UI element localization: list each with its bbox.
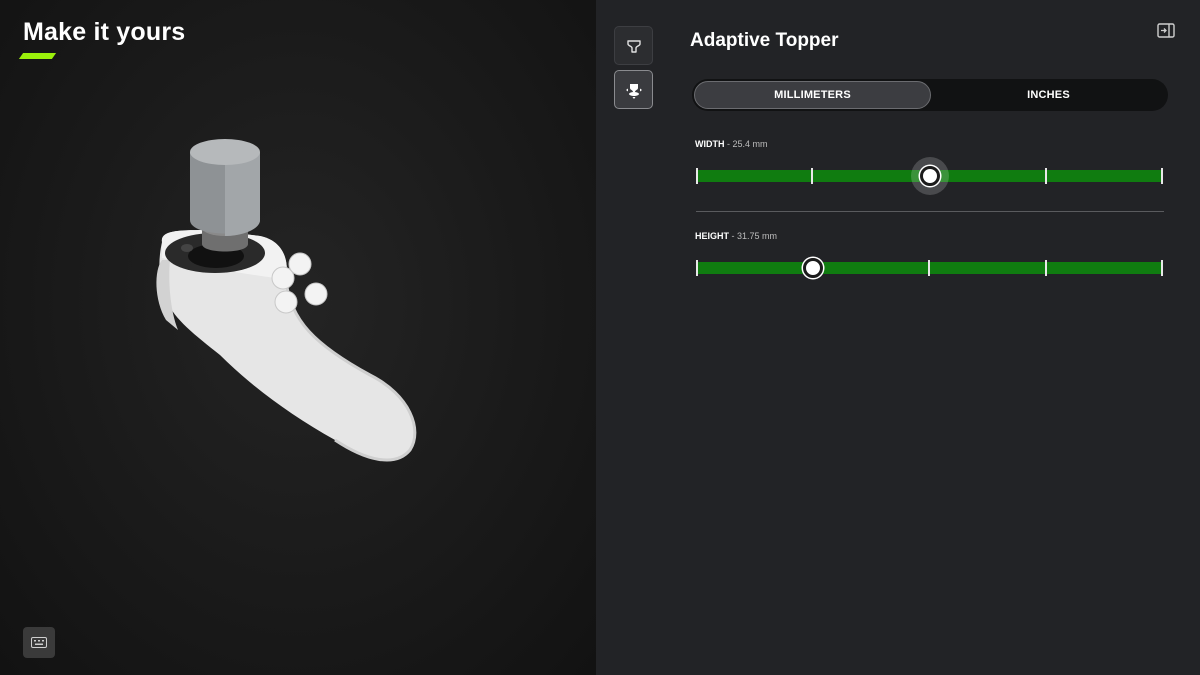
- width-label: WIDTH - 25.4 mm: [695, 139, 768, 149]
- height-label: HEIGHT - 31.75 mm: [695, 231, 777, 241]
- title-accent-bar: [18, 53, 57, 59]
- height-value: - 31.75 mm: [729, 231, 778, 241]
- inches-option[interactable]: INCHES: [931, 81, 1166, 109]
- height-tick: [696, 260, 698, 276]
- width-label-name: WIDTH: [695, 139, 725, 149]
- millimeters-option[interactable]: MILLIMETERS: [694, 81, 931, 109]
- width-slider[interactable]: [696, 157, 1163, 195]
- height-slider-thumb[interactable]: [803, 258, 823, 278]
- keyboard-button[interactable]: [23, 627, 55, 658]
- height-slider[interactable]: [696, 258, 1163, 278]
- width-tick: [1045, 168, 1047, 184]
- thumbstick-icon: [625, 83, 642, 99]
- height-tick: [1161, 260, 1163, 276]
- width-slider-thumb[interactable]: [920, 166, 940, 186]
- width-tick: [811, 168, 813, 184]
- topper-settings-panel: Adaptive Topper MILLIMETERS INCHES WIDTH…: [596, 0, 1200, 675]
- width-value: - 25.4 mm: [724, 139, 768, 149]
- section-divider: [696, 211, 1164, 212]
- width-tick: [696, 168, 698, 184]
- unit-toggle: MILLIMETERS INCHES: [692, 79, 1168, 111]
- height-tick: [928, 260, 930, 276]
- controller-3d-model[interactable]: [140, 130, 440, 470]
- height-tick: [1045, 260, 1047, 276]
- controller-preview-pane[interactable]: Make it yours: [0, 0, 596, 675]
- keyboard-icon: [31, 637, 47, 648]
- page-title: Make it yours: [23, 18, 186, 46]
- height-label-name: HEIGHT: [695, 231, 730, 241]
- thumbstick-tab-button[interactable]: [614, 70, 653, 109]
- topper-icon: [626, 39, 641, 53]
- exit-panel-icon[interactable]: [1157, 22, 1177, 40]
- topper-tab-button[interactable]: [614, 26, 653, 65]
- panel-title: Adaptive Topper: [690, 30, 839, 51]
- width-tick: [1161, 168, 1163, 184]
